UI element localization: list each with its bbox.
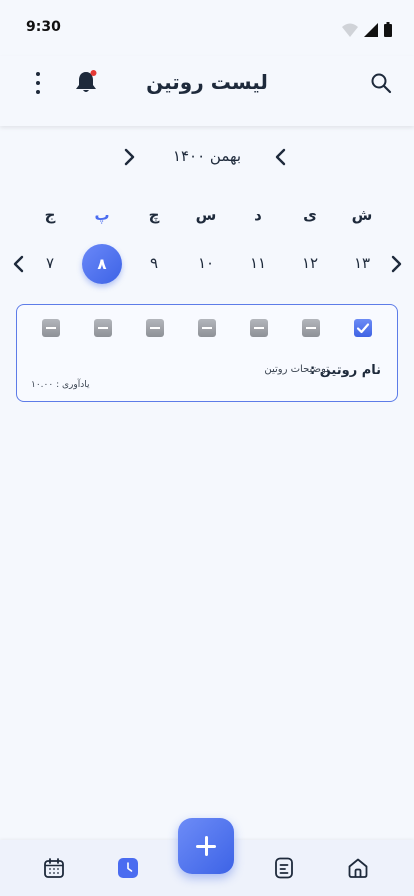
app-bar: لیست روتین	[0, 56, 414, 126]
day-checkbox-indeterminate[interactable]	[250, 319, 268, 337]
date-cell[interactable]: ۱۱	[233, 254, 283, 272]
calendar-icon[interactable]	[42, 856, 66, 880]
weekday-sunday: ی	[303, 206, 317, 224]
routine-card[interactable]: نام روتین : توضیحات روتین یادآوری : ۱۰.۰…	[16, 304, 398, 402]
week-date-row: ۱۳ ۱۲ ۱۱ ۱۰ ۹ ۸ ۷	[0, 243, 414, 285]
next-week-arrow-icon[interactable]	[386, 253, 406, 275]
day-checkbox-checked[interactable]	[354, 319, 372, 337]
status-bar: 9:30	[0, 0, 414, 56]
month-navigation: بهمن ۱۴۰۰	[0, 140, 414, 174]
routine-description: توضیحات روتین	[264, 364, 329, 375]
home-icon[interactable]	[346, 856, 370, 880]
notes-icon[interactable]	[272, 856, 296, 880]
add-button[interactable]	[178, 818, 234, 874]
date-cell[interactable]: ۱۰	[181, 254, 231, 272]
day-checkbox-indeterminate[interactable]	[146, 319, 164, 337]
routine-reminder: یادآوری : ۱۰.۰۰	[31, 380, 90, 390]
clock-icon[interactable]	[116, 856, 140, 880]
signal-icon	[364, 23, 378, 37]
status-time: 9:30	[26, 19, 61, 35]
search-icon[interactable]	[370, 72, 392, 94]
day-checkbox-indeterminate[interactable]	[198, 319, 216, 337]
previous-month-arrow-icon[interactable]	[270, 146, 292, 168]
weekday-friday: ج	[44, 206, 56, 224]
wifi-icon	[342, 23, 358, 37]
date-cell[interactable]: ۹	[129, 254, 179, 272]
month-label: بهمن ۱۴۰۰	[172, 147, 242, 165]
page-title: لیست روتین	[146, 70, 268, 94]
weekday-tuesday: س	[195, 206, 217, 224]
date-cell[interactable]: ۷	[25, 254, 75, 272]
day-checkbox-indeterminate[interactable]	[302, 319, 320, 337]
day-checkbox-indeterminate[interactable]	[42, 319, 60, 337]
weekday-header-row: ش ی د س چ پ ج	[0, 198, 414, 232]
weekday-thursday: پ	[94, 206, 110, 224]
checkmark-icon	[356, 323, 370, 334]
battery-icon	[384, 22, 392, 37]
weekday-wednesday: چ	[148, 206, 160, 224]
selected-date-cell[interactable]: ۸	[82, 244, 122, 284]
date-cell[interactable]: ۱۲	[285, 254, 335, 272]
status-icons	[342, 21, 392, 37]
date-cell[interactable]: ۱۳	[337, 254, 387, 272]
weekday-monday: د	[254, 206, 262, 224]
weekday-saturday: ش	[351, 206, 373, 224]
day-checkbox-indeterminate[interactable]	[94, 319, 112, 337]
